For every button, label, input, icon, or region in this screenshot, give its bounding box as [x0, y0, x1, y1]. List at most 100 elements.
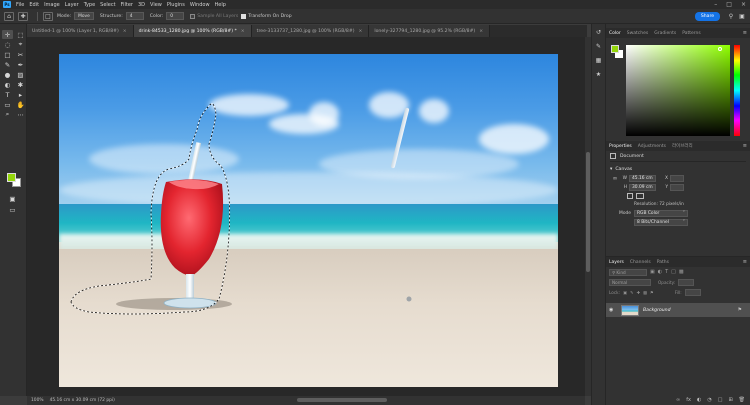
object-selection-tool-icon[interactable]: □: [2, 50, 13, 59]
brush-settings-icon[interactable]: ✎: [592, 41, 605, 52]
x-input[interactable]: [670, 175, 684, 182]
height-input[interactable]: 30.09 cm: [629, 184, 656, 191]
y-input[interactable]: [670, 184, 684, 191]
workspace-icon[interactable]: ▣: [738, 12, 746, 20]
content-aware-move-icon[interactable]: ✚: [18, 11, 28, 21]
menu-help[interactable]: Help: [215, 2, 226, 8]
color-picker-field[interactable]: [626, 45, 730, 136]
lock-artboard-icon[interactable]: ▩: [643, 290, 647, 295]
adjustment-filter-icon[interactable]: ◐: [658, 269, 662, 275]
menu-layer[interactable]: Layer: [65, 2, 79, 8]
tab-swatches[interactable]: Swatches: [627, 31, 649, 36]
new-group-icon[interactable]: □: [718, 397, 723, 403]
delete-layer-icon[interactable]: 🗑: [739, 397, 745, 403]
character-icon[interactable]: ▦: [592, 55, 605, 66]
panel-menu-icon[interactable]: ≡: [743, 143, 747, 149]
lock-pixels-icon[interactable]: ▣: [623, 290, 627, 295]
brush-tool-icon[interactable]: ●: [2, 70, 13, 79]
home-icon[interactable]: ⌂: [4, 11, 14, 21]
type-tool-icon[interactable]: T: [2, 90, 13, 99]
opacity-input[interactable]: [678, 278, 695, 286]
new-layer-icon[interactable]: ⊞: [728, 397, 732, 403]
blend-mode-select[interactable]: Normal: [609, 278, 651, 286]
menu-3d[interactable]: 3D: [138, 2, 145, 8]
adjustment-layer-icon[interactable]: ◔: [707, 397, 711, 403]
quick-mask-icon[interactable]: ▣: [7, 194, 18, 203]
close-icon[interactable]: ×: [123, 29, 127, 34]
sample-all-layers-checkbox[interactable]: [190, 13, 196, 19]
link-icon[interactable]: ∞: [610, 175, 620, 182]
scroll-thumb[interactable]: [586, 152, 590, 272]
gradient-tool-icon[interactable]: ◐: [2, 80, 13, 89]
lock-all-icon[interactable]: ⚑: [650, 290, 654, 295]
menu-plugins[interactable]: Plugins: [167, 2, 185, 8]
menu-type[interactable]: Type: [84, 2, 95, 8]
marquee-tool-icon[interactable]: ◌: [2, 40, 13, 49]
kind-filter-select[interactable]: ⚲ Kind: [609, 268, 647, 276]
structure-input[interactable]: 4: [125, 12, 144, 20]
canvas-area[interactable]: [27, 37, 585, 396]
layer-style-icon[interactable]: fx: [686, 397, 691, 403]
portrait-orientation-icon[interactable]: [627, 193, 633, 199]
pixel-filter-icon[interactable]: ▣: [650, 269, 655, 275]
menu-image[interactable]: Image: [44, 2, 60, 8]
canvas-section[interactable]: ▾ Canvas: [610, 167, 746, 172]
menu-edit[interactable]: Edit: [29, 2, 39, 8]
fill-input[interactable]: [684, 288, 701, 296]
tab-paths[interactable]: Paths: [657, 260, 669, 265]
tab-properties[interactable]: Properties: [609, 144, 632, 149]
tab-lonely[interactable]: lonely-327794_1280.jpg @ 95.2% (RGB/8#) ×: [369, 25, 491, 37]
search-icon[interactable]: ⚲: [727, 12, 735, 20]
type-filter-icon[interactable]: T: [665, 269, 668, 275]
move-tool-icon[interactable]: ✛: [2, 30, 13, 39]
hue-slider[interactable]: [734, 45, 740, 136]
color-mode-select[interactable]: RGB Color ˅: [634, 210, 688, 217]
add-mask-icon[interactable]: ◐: [697, 397, 701, 403]
tab-adjustments[interactable]: Adjustments: [638, 144, 666, 149]
artboard-tool-icon[interactable]: ⬚: [15, 30, 26, 39]
document-dimensions[interactable]: 45.16 cm x 30.09 cm (72 ppi): [50, 398, 115, 403]
eraser-tool-icon[interactable]: ✱: [15, 80, 26, 89]
menu-filter[interactable]: Filter: [121, 2, 133, 8]
zoom-level[interactable]: 100%: [31, 398, 44, 403]
tab-patterns[interactable]: Patterns: [682, 31, 701, 36]
zoom-tool-icon[interactable]: ⌕: [2, 110, 13, 119]
tab-gradients[interactable]: Gradients: [654, 31, 676, 36]
history-icon[interactable]: ↺: [592, 27, 605, 38]
smart-object-filter-icon[interactable]: ▩: [679, 269, 684, 275]
transform-on-drop-checkbox[interactable]: [241, 13, 247, 19]
clone-stamp-tool-icon[interactable]: ▨: [15, 70, 26, 79]
hand-tool-icon[interactable]: ✋: [15, 100, 26, 109]
close-icon[interactable]: ×: [741, 1, 746, 8]
link-layers-icon[interactable]: ∞: [676, 397, 680, 403]
tab-libraries[interactable]: 라이브러리: [672, 143, 693, 149]
close-icon[interactable]: ×: [358, 29, 362, 34]
path-selection-tool-icon[interactable]: ▸: [15, 90, 26, 99]
shape-filter-icon[interactable]: □: [671, 269, 676, 275]
tab-drink[interactable]: drink-84533_1280.jpg @ 100% (RGB/8#) * ×: [133, 25, 252, 37]
document-image[interactable]: [59, 54, 558, 387]
menu-view[interactable]: View: [150, 2, 162, 8]
color-picker-cursor[interactable]: [718, 47, 722, 51]
foreground-color-swatch[interactable]: [7, 173, 16, 182]
selection-mode-icon[interactable]: □: [43, 11, 53, 21]
lock-paint-icon[interactable]: ✎: [630, 290, 634, 295]
menu-file[interactable]: File: [16, 2, 24, 8]
tab-tree[interactable]: tree-3133737_1280.jpg @ 100% (RGB/8#) ×: [251, 25, 370, 37]
layer-row-background[interactable]: ◉ Background ⚑: [606, 303, 750, 317]
foreground-color-swatch[interactable]: [611, 45, 619, 53]
share-button[interactable]: Share: [695, 12, 720, 21]
menu-select[interactable]: Select: [100, 2, 115, 8]
tab-layers[interactable]: Layers: [609, 260, 624, 265]
tab-color[interactable]: Color: [609, 31, 621, 36]
panel-menu-icon[interactable]: ≡: [743, 259, 747, 265]
tab-untitled-1[interactable]: Untitled-1 @ 100% (Layer 1, RGB/8#) ×: [27, 25, 134, 37]
healing-brush-tool-icon[interactable]: ✒: [15, 60, 26, 69]
scroll-thumb[interactable]: [297, 398, 387, 402]
lock-position-icon[interactable]: ✚: [636, 290, 640, 295]
maximize-icon[interactable]: □: [726, 1, 732, 8]
landscape-orientation-icon[interactable]: [636, 193, 644, 199]
panel-menu-icon[interactable]: ≡: [743, 30, 747, 36]
screen-mode-icon[interactable]: ▭: [7, 205, 18, 214]
crop-tool-icon[interactable]: ✂: [15, 50, 26, 59]
